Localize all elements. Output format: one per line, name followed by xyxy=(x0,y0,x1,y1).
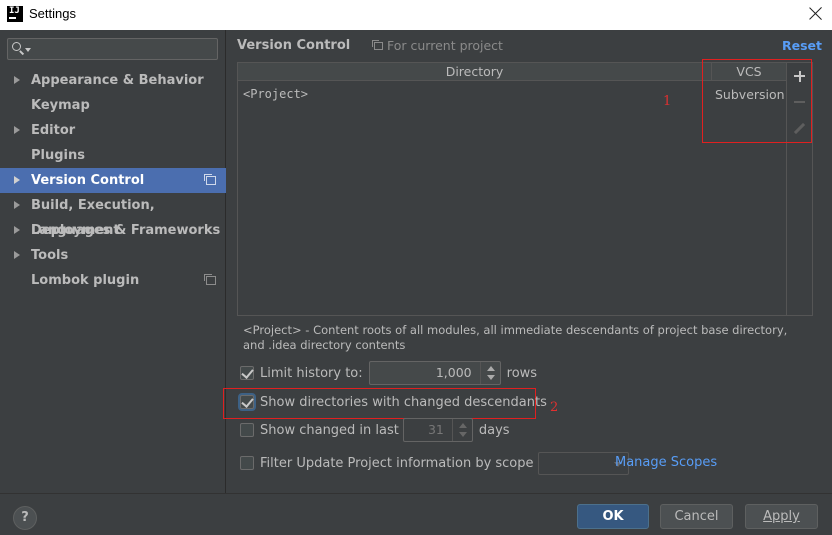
title-bar: IJ Settings xyxy=(0,0,832,30)
sidebar-item-plugins[interactable]: Plugins xyxy=(0,143,226,168)
reset-link[interactable]: Reset xyxy=(782,38,822,53)
project-level-icon xyxy=(372,40,383,50)
sidebar-item-label: Keymap xyxy=(31,98,90,113)
sidebar-item-languages-frameworks[interactable]: Languages & Frameworks xyxy=(0,218,226,243)
sidebar-item-label: Lombok plugin xyxy=(31,273,140,288)
sidebar-item-lombok-plugin[interactable]: Lombok plugin xyxy=(0,268,226,293)
close-icon[interactable] xyxy=(808,5,824,21)
sidebar-item-appearance-behavior[interactable]: Appearance & Behavior xyxy=(0,68,226,93)
window-title: Settings xyxy=(29,6,76,21)
annotation-number-2: 2 xyxy=(550,400,559,415)
filter-update-label[interactable]: Filter Update Project information by sco… xyxy=(260,456,534,471)
spinner-arrows-icon[interactable] xyxy=(451,419,472,441)
dialog-footer: ? OK Cancel Apply xyxy=(0,493,832,535)
for-current-project-label: For current project xyxy=(387,38,503,53)
filter-update-row: Filter Update Project information by sco… xyxy=(240,451,629,475)
limit-history-label: Limit history to: xyxy=(260,365,363,381)
limit-history-row: Limit history to: 1,000 rows xyxy=(240,361,538,385)
annotation-box-1 xyxy=(702,59,812,143)
filter-update-checkbox[interactable] xyxy=(240,456,254,470)
search-input[interactable] xyxy=(7,38,218,60)
project-roots-note: <Project> - Content roots of all modules… xyxy=(243,323,788,352)
show-dirs-label[interactable]: Show directories with changed descendant… xyxy=(260,395,547,410)
expand-arrow-icon[interactable] xyxy=(14,176,20,184)
project-level-icon xyxy=(204,174,216,185)
sidebar-item-tools[interactable]: Tools xyxy=(0,243,226,268)
table-cell-directory[interactable]: <Project> xyxy=(243,87,308,101)
expand-arrow-icon[interactable] xyxy=(14,251,20,259)
column-header-directory[interactable]: Directory xyxy=(238,63,712,81)
show-changed-suffix: days xyxy=(478,422,510,438)
sidebar-item-label: Editor xyxy=(31,123,76,138)
show-changed-label[interactable]: Show changed in last xyxy=(260,423,399,438)
apply-button-label: Apply xyxy=(763,509,800,524)
sidebar-item-label: Appearance & Behavior xyxy=(31,73,204,88)
expand-arrow-icon[interactable] xyxy=(14,226,20,234)
search-icon xyxy=(12,42,25,55)
settings-tree: Appearance & Behavior Keymap Editor Plug… xyxy=(0,68,226,293)
expand-arrow-icon[interactable] xyxy=(14,201,20,209)
page-title: Version Control xyxy=(237,38,351,53)
show-changed-checkbox[interactable] xyxy=(240,423,254,437)
expand-arrow-icon[interactable] xyxy=(14,126,20,134)
sidebar-item-editor[interactable]: Editor xyxy=(0,118,226,143)
ok-button[interactable]: OK xyxy=(577,504,649,529)
apply-button[interactable]: Apply xyxy=(745,504,818,529)
manage-scopes-link[interactable]: Manage Scopes xyxy=(615,455,717,470)
settings-panel: Version Control For current project Rese… xyxy=(223,30,832,493)
sidebar-item-label: Tools xyxy=(31,248,69,263)
sidebar-item-build-execution-deployment[interactable]: Build, Execution, Deployment xyxy=(0,193,226,238)
sidebar-item-label: Plugins xyxy=(31,148,85,163)
expand-arrow-icon[interactable] xyxy=(14,76,20,84)
sidebar-item-label: Version Control xyxy=(31,173,145,188)
search-options-chevron-icon[interactable] xyxy=(25,48,31,52)
limit-history-checkbox[interactable] xyxy=(240,366,254,380)
sidebar-item-label: Languages & Frameworks xyxy=(31,223,221,238)
sidebar-item-keymap[interactable]: Keymap xyxy=(0,93,226,118)
show-changed-value: 31 xyxy=(427,422,444,437)
show-dirs-row: Show directories with changed descendant… xyxy=(240,391,547,413)
project-level-icon xyxy=(204,274,216,285)
intellij-app-icon: IJ xyxy=(7,6,23,22)
limit-history-suffix: rows xyxy=(506,365,538,381)
help-button[interactable]: ? xyxy=(13,506,37,530)
show-dirs-checkbox[interactable] xyxy=(240,395,254,409)
limit-history-value: 1,000 xyxy=(435,365,472,380)
limit-history-spinner[interactable]: 1,000 xyxy=(368,361,501,385)
show-changed-row: Show changed in last 31 days xyxy=(240,418,510,442)
cancel-button[interactable]: Cancel xyxy=(660,504,733,529)
show-changed-spinner[interactable]: 31 xyxy=(402,418,473,442)
settings-sidebar: Appearance & Behavior Keymap Editor Plug… xyxy=(0,30,226,493)
spinner-arrows-icon[interactable] xyxy=(479,362,500,384)
sidebar-item-version-control[interactable]: Version Control xyxy=(0,168,226,193)
annotation-number-1: 1 xyxy=(663,94,672,109)
